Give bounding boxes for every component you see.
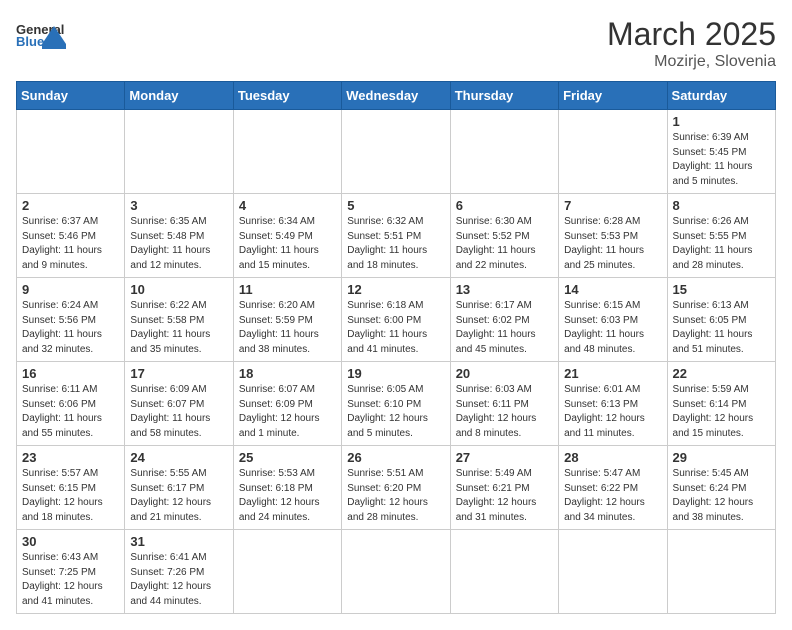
- empty-cell: [17, 110, 125, 194]
- day-30: 30 Sunrise: 6:43 AMSunset: 7:25 PMDaylig…: [17, 530, 125, 614]
- empty-cell: [233, 110, 341, 194]
- day-2: 2 Sunrise: 6:37 AMSunset: 5:46 PMDayligh…: [17, 194, 125, 278]
- calendar-table: Sunday Monday Tuesday Wednesday Thursday…: [16, 81, 776, 614]
- empty-cell: [233, 530, 341, 614]
- header-sunday: Sunday: [17, 82, 125, 110]
- header-friday: Friday: [559, 82, 667, 110]
- week-row-5: 23 Sunrise: 5:57 AMSunset: 6:15 PMDaylig…: [17, 446, 776, 530]
- day-28: 28 Sunrise: 5:47 AMSunset: 6:22 PMDaylig…: [559, 446, 667, 530]
- empty-cell: [125, 110, 233, 194]
- day-14: 14 Sunrise: 6:15 AMSunset: 6:03 PMDaylig…: [559, 278, 667, 362]
- day-24: 24 Sunrise: 5:55 AMSunset: 6:17 PMDaylig…: [125, 446, 233, 530]
- day-18: 18 Sunrise: 6:07 AMSunset: 6:09 PMDaylig…: [233, 362, 341, 446]
- day-13: 13 Sunrise: 6:17 AMSunset: 6:02 PMDaylig…: [450, 278, 558, 362]
- logo-svg: General Blue: [16, 16, 66, 58]
- day-25: 25 Sunrise: 5:53 AMSunset: 6:18 PMDaylig…: [233, 446, 341, 530]
- day-27: 27 Sunrise: 5:49 AMSunset: 6:21 PMDaylig…: [450, 446, 558, 530]
- day-1: 1 Sunrise: 6:39 AM Sunset: 5:45 PM Dayli…: [667, 110, 775, 194]
- header-monday: Monday: [125, 82, 233, 110]
- empty-cell: [342, 530, 450, 614]
- day-4: 4 Sunrise: 6:34 AMSunset: 5:49 PMDayligh…: [233, 194, 341, 278]
- page-header: General Blue March 2025 Mozirje, Sloveni…: [16, 16, 776, 71]
- header-saturday: Saturday: [667, 82, 775, 110]
- day-6: 6 Sunrise: 6:30 AMSunset: 5:52 PMDayligh…: [450, 194, 558, 278]
- logo: General Blue: [16, 16, 66, 58]
- empty-cell: [450, 110, 558, 194]
- svg-text:Blue: Blue: [16, 34, 44, 49]
- week-row-1: 1 Sunrise: 6:39 AM Sunset: 5:45 PM Dayli…: [17, 110, 776, 194]
- day-17: 17 Sunrise: 6:09 AMSunset: 6:07 PMDaylig…: [125, 362, 233, 446]
- day-10: 10 Sunrise: 6:22 AMSunset: 5:58 PMDaylig…: [125, 278, 233, 362]
- day-19: 19 Sunrise: 6:05 AMSunset: 6:10 PMDaylig…: [342, 362, 450, 446]
- day-5: 5 Sunrise: 6:32 AMSunset: 5:51 PMDayligh…: [342, 194, 450, 278]
- empty-cell: [559, 530, 667, 614]
- day-16: 16 Sunrise: 6:11 AMSunset: 6:06 PMDaylig…: [17, 362, 125, 446]
- day-21: 21 Sunrise: 6:01 AMSunset: 6:13 PMDaylig…: [559, 362, 667, 446]
- day-8: 8 Sunrise: 6:26 AMSunset: 5:55 PMDayligh…: [667, 194, 775, 278]
- weekday-header-row: Sunday Monday Tuesday Wednesday Thursday…: [17, 82, 776, 110]
- empty-cell: [667, 530, 775, 614]
- location: Mozirje, Slovenia: [607, 53, 776, 71]
- empty-cell: [450, 530, 558, 614]
- week-row-4: 16 Sunrise: 6:11 AMSunset: 6:06 PMDaylig…: [17, 362, 776, 446]
- header-wednesday: Wednesday: [342, 82, 450, 110]
- day-20: 20 Sunrise: 6:03 AMSunset: 6:11 PMDaylig…: [450, 362, 558, 446]
- header-tuesday: Tuesday: [233, 82, 341, 110]
- week-row-3: 9 Sunrise: 6:24 AMSunset: 5:56 PMDayligh…: [17, 278, 776, 362]
- day-15: 15 Sunrise: 6:13 AMSunset: 6:05 PMDaylig…: [667, 278, 775, 362]
- week-row-6: 30 Sunrise: 6:43 AMSunset: 7:25 PMDaylig…: [17, 530, 776, 614]
- day-11: 11 Sunrise: 6:20 AMSunset: 5:59 PMDaylig…: [233, 278, 341, 362]
- header-thursday: Thursday: [450, 82, 558, 110]
- day-3: 3 Sunrise: 6:35 AMSunset: 5:48 PMDayligh…: [125, 194, 233, 278]
- day-26: 26 Sunrise: 5:51 AMSunset: 6:20 PMDaylig…: [342, 446, 450, 530]
- week-row-2: 2 Sunrise: 6:37 AMSunset: 5:46 PMDayligh…: [17, 194, 776, 278]
- month-title: March 2025: [607, 16, 776, 53]
- day-29: 29 Sunrise: 5:45 AMSunset: 6:24 PMDaylig…: [667, 446, 775, 530]
- day-7: 7 Sunrise: 6:28 AMSunset: 5:53 PMDayligh…: [559, 194, 667, 278]
- title-block: March 2025 Mozirje, Slovenia: [607, 16, 776, 71]
- day-9: 9 Sunrise: 6:24 AMSunset: 5:56 PMDayligh…: [17, 278, 125, 362]
- empty-cell: [342, 110, 450, 194]
- day-23: 23 Sunrise: 5:57 AMSunset: 6:15 PMDaylig…: [17, 446, 125, 530]
- day-22: 22 Sunrise: 5:59 AMSunset: 6:14 PMDaylig…: [667, 362, 775, 446]
- day-31: 31 Sunrise: 6:41 AMSunset: 7:26 PMDaylig…: [125, 530, 233, 614]
- empty-cell: [559, 110, 667, 194]
- day-12: 12 Sunrise: 6:18 AMSunset: 6:00 PMDaylig…: [342, 278, 450, 362]
